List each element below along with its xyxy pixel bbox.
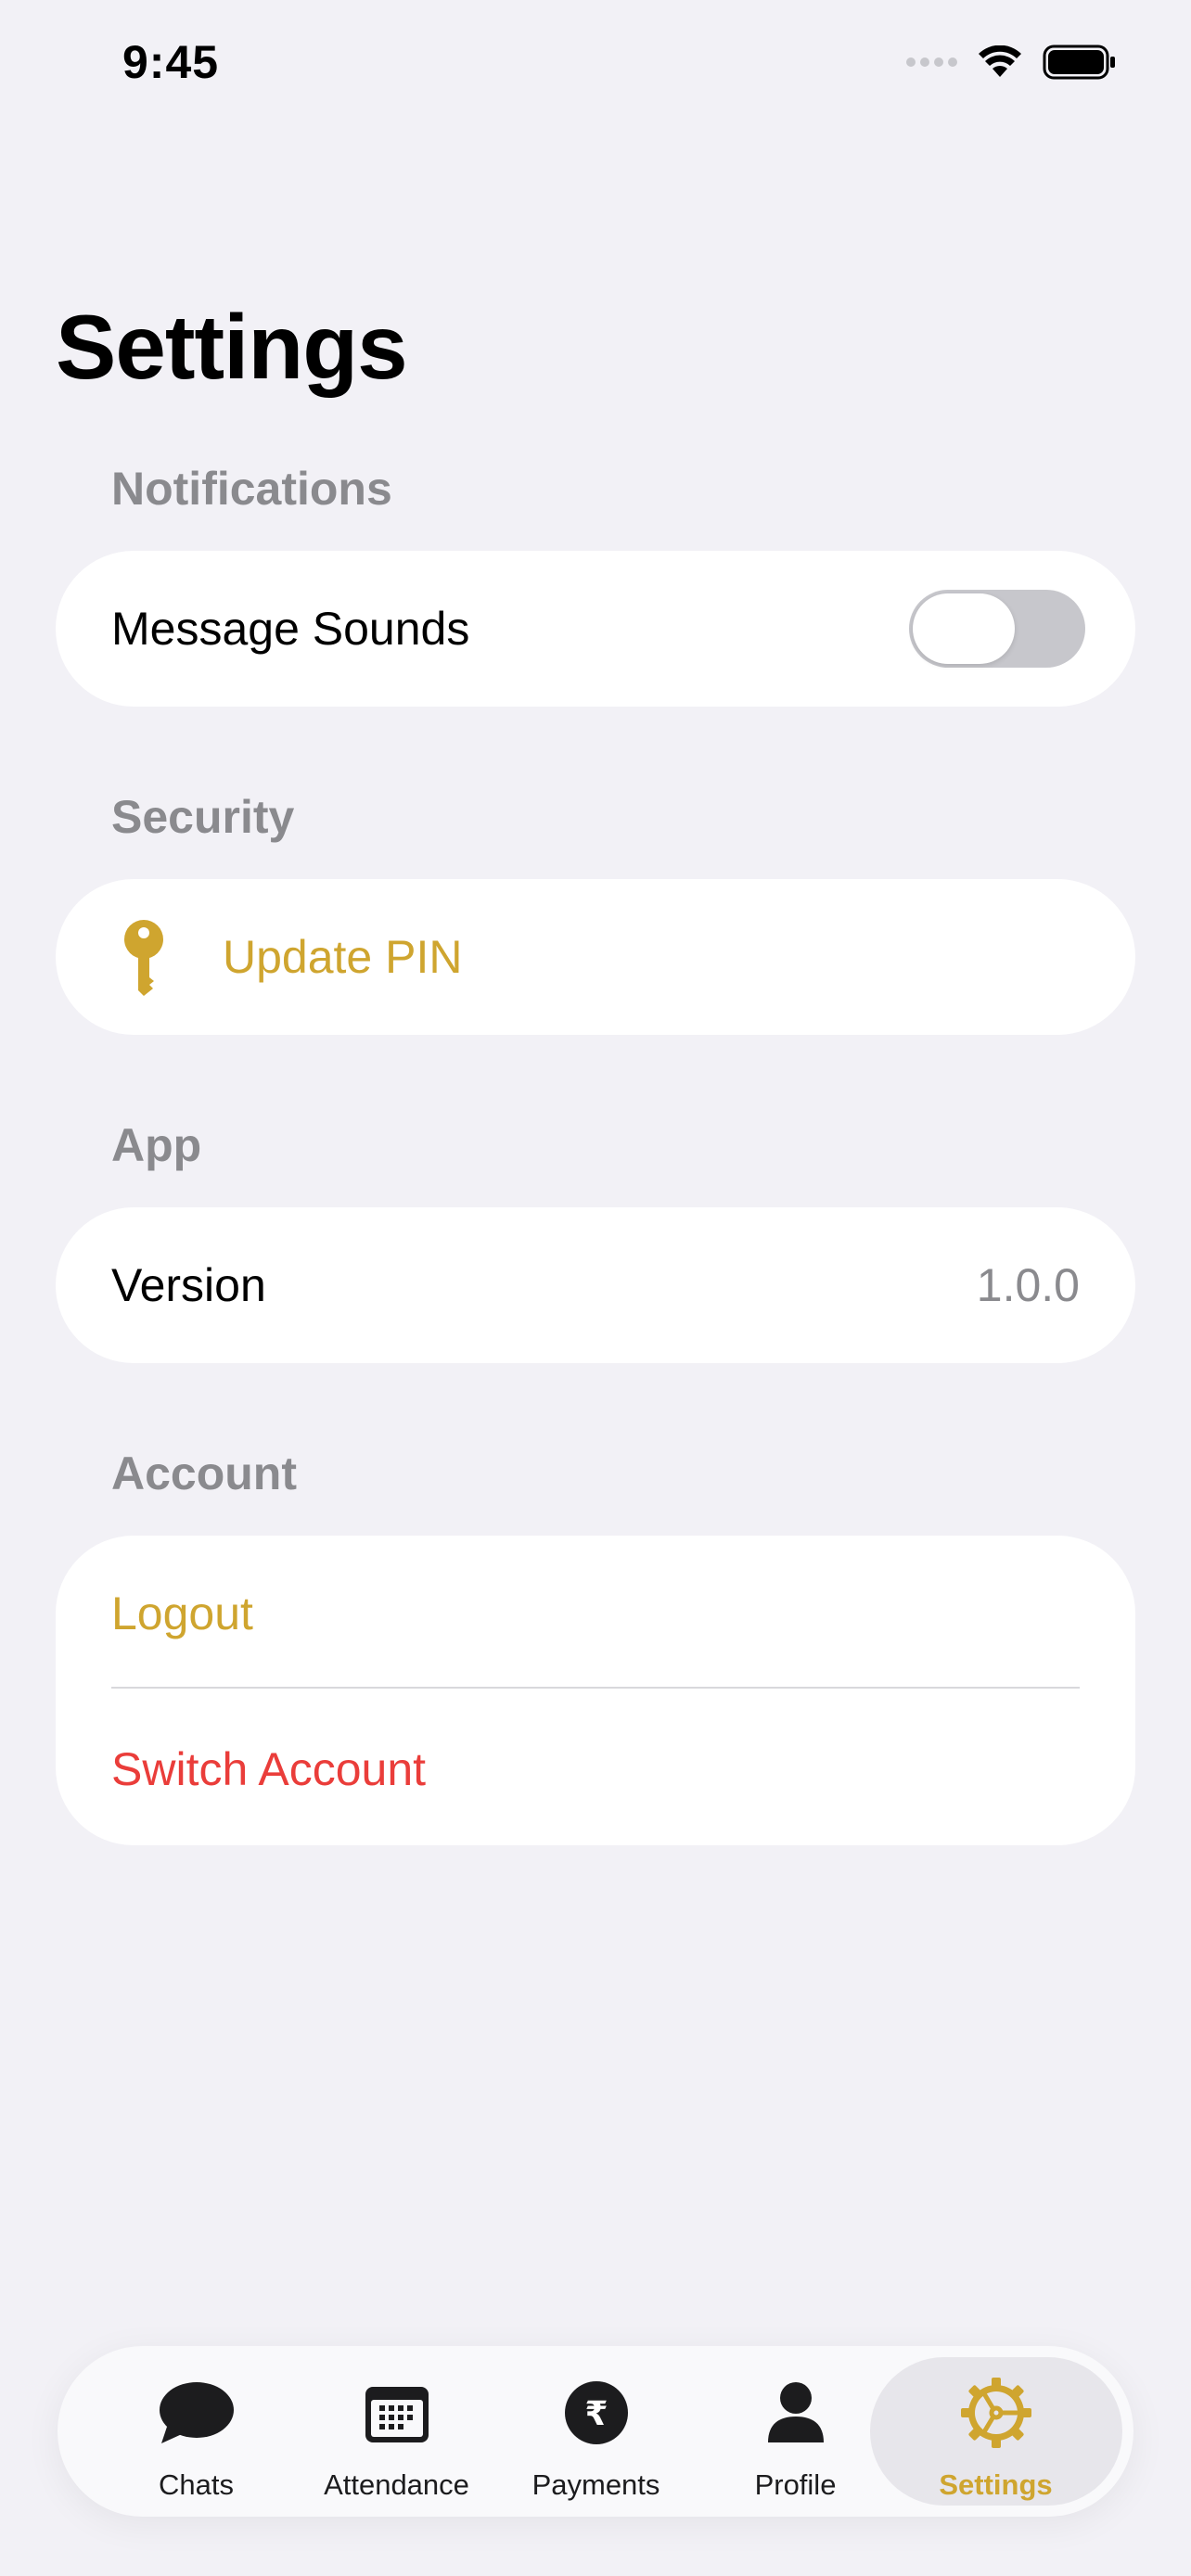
version-value: 1.0.0 <box>976 1259 1080 1311</box>
tab-bar: Chats Attendance ₹ Payments Profile Sett… <box>58 2346 1133 2517</box>
battery-icon <box>1043 45 1115 80</box>
account-card: Logout Switch Account <box>56 1536 1135 1845</box>
status-time: 9:45 <box>122 36 220 88</box>
section-header-security: Security <box>111 791 295 843</box>
page-title: Settings <box>56 296 408 398</box>
message-sounds-label: Message Sounds <box>111 603 470 655</box>
section-header-notifications: Notifications <box>111 463 392 515</box>
person-icon <box>756 2378 836 2448</box>
app-card: Version 1.0.0 <box>56 1207 1135 1363</box>
notifications-card: Message Sounds <box>56 551 1135 707</box>
svg-text:₹: ₹ <box>584 2395 608 2433</box>
message-sounds-toggle[interactable] <box>909 590 1085 668</box>
tab-label-payments: Payments <box>531 2468 660 2501</box>
message-sounds-row: Message Sounds <box>56 551 1135 707</box>
tab-label-profile: Profile <box>754 2468 837 2501</box>
gear-icon <box>956 2378 1036 2448</box>
update-pin-row[interactable]: Update PIN <box>56 879 1135 1035</box>
chat-bubble-icon <box>157 2378 237 2448</box>
tab-label-chats: Chats <box>159 2468 234 2501</box>
toggle-knob <box>913 593 1015 664</box>
tab-payments[interactable]: ₹ Payments <box>496 2346 696 2517</box>
tab-attendance[interactable]: Attendance <box>297 2346 496 2517</box>
calendar-icon <box>357 2378 437 2448</box>
wifi-icon <box>979 45 1021 77</box>
version-label: Version <box>111 1259 266 1311</box>
tab-label-attendance: Attendance <box>324 2468 469 2501</box>
tab-label-settings: Settings <box>939 2468 1053 2501</box>
tab-profile[interactable]: Profile <box>696 2346 895 2517</box>
logout-row[interactable]: Logout <box>56 1536 1135 1691</box>
tab-chats[interactable]: Chats <box>96 2346 296 2517</box>
status-bar: 9:45 <box>0 0 1191 139</box>
section-header-app: App <box>111 1119 202 1171</box>
account-divider <box>111 1687 1080 1689</box>
switch-account-row[interactable]: Switch Account <box>56 1691 1135 1847</box>
security-card: Update PIN <box>56 879 1135 1035</box>
version-row: Version 1.0.0 <box>56 1207 1135 1363</box>
cellular-signal-icon <box>906 57 957 67</box>
switch-account-button[interactable]: Switch Account <box>111 1742 426 1796</box>
logout-button[interactable]: Logout <box>111 1587 253 1640</box>
key-icon <box>122 920 165 1007</box>
section-header-account: Account <box>111 1447 297 1499</box>
tab-settings[interactable]: Settings <box>896 2346 1095 2517</box>
update-pin-label: Update PIN <box>223 931 463 983</box>
status-icons <box>906 45 1117 80</box>
rupee-icon: ₹ <box>557 2378 636 2448</box>
